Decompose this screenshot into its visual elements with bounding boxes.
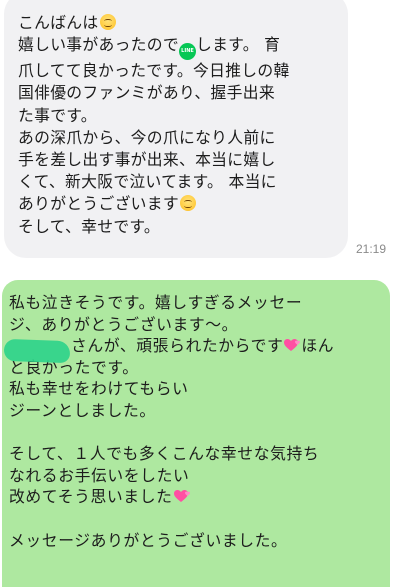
chat-view: こんばんは 嬉しい事があったので LINE します。 育 爪してて良かったです。今日… [0,0,400,587]
message-text: します。 育 [195,35,281,55]
message-text: 改めてそう思いました [9,487,173,507]
sent-message-bubble[interactable]: 私も泣きそうです。嬉しすぎるメッセー ジ、ありがとうございます〜。 さんが、頑張… [2,280,390,587]
two-hearts-icon [173,490,190,503]
message-text: ありがとうございます [18,194,179,214]
smile-emoji-icon [99,14,116,30]
smile-emoji-icon [179,195,196,212]
message-line: 私も幸せをわけてもらい [9,379,189,399]
message-line: そして、幸せです。 [18,216,161,236]
message-line: ありがとうございます [18,193,338,215]
message-timestamp: 21:19 [356,242,387,256]
message-line: 国俳優のファンミがあり、握手出来 [18,83,275,103]
message-line: こんばんは [18,12,338,34]
message-line: くて、新大阪で泣いてます。 本当に [18,172,277,192]
line-app-icon: LINE [178,43,196,61]
message-text: 嬉しい事があったので [18,35,179,55]
message-line: 私も泣きそうです。嬉しすぎるメッセー [9,293,303,312]
message-line: なれるお手伝いをしたい [9,465,190,485]
received-message-bubble[interactable]: こんばんは 嬉しい事があったので LINE します。 育 爪してて良かったです。今日… [4,0,348,258]
message-text: こんばんは [18,13,99,32]
message-line: 嬉しい事があったので LINE します。 育 [18,34,338,61]
message-line: た事です。 [18,105,97,125]
redaction-marker [3,338,71,364]
message-line: あの深爪から、今の爪になり人前に [18,127,276,147]
message-line: 爪してて良かったです。今日推しの韓 [18,61,290,81]
message-text: さんが、頑張られたからです [71,336,284,356]
message-line: そして、１人でも多くこんな幸せな気持ち [9,444,320,464]
message-line: 手を差し出す事が出来、本当に嬉し [18,150,276,170]
message-line: メッセージありがとうございました。 [9,530,288,550]
message-line: ジーンとしました。 [9,400,156,420]
message-line: 改めてそう思いました [9,486,382,508]
message-line: ジ、ありがとうございます〜。 [9,314,239,334]
message-text: ほん [301,336,335,356]
two-hearts-icon [284,339,301,352]
